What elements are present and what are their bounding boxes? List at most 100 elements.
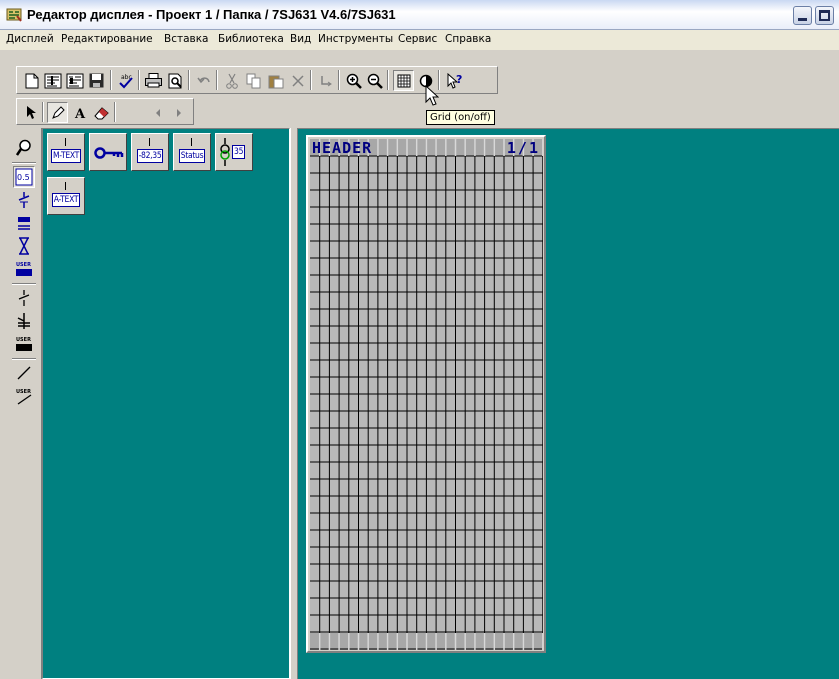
maximize-button[interactable] (815, 6, 834, 25)
earthing-tool-button[interactable] (13, 310, 35, 332)
text-a-icon: A (74, 107, 86, 120)
disconnector-icon (18, 217, 30, 230)
open-display-button[interactable] (42, 70, 63, 91)
line-icon (17, 366, 31, 380)
context-help-button[interactable]: ? (444, 70, 465, 91)
user-symbol-2-icon: USER (16, 337, 32, 351)
drawing-toolbar: A (16, 98, 194, 125)
lcd-screen[interactable]: HEADER 1/1 (310, 139, 543, 650)
menu-bar: Дисплей Редактирование Вставка Библиотек… (0, 30, 839, 50)
previous-page-button[interactable] (147, 102, 168, 123)
svg-text:0.5: 0.5 (17, 173, 30, 182)
svg-text:USER: USER (16, 337, 31, 343)
status-icon: Status (178, 148, 206, 163)
device-display[interactable]: HEADER 1/1 (306, 135, 546, 653)
svg-text:A: A (74, 107, 86, 120)
atext-icon: A-TEXT (51, 192, 81, 207)
user-symbol-icon: USER (16, 262, 32, 276)
new-button[interactable] (21, 70, 42, 91)
strip-separator (12, 162, 36, 164)
save-button[interactable] (86, 70, 107, 91)
eraser-tool-button[interactable] (91, 102, 112, 123)
breaker-tool-button[interactable] (13, 189, 35, 211)
hourglass-tool-button[interactable] (13, 235, 35, 257)
toolbar-separator (338, 70, 340, 90)
minimize-icon (798, 18, 807, 21)
line-tool-button[interactable] (13, 362, 35, 384)
spellcheck-icon: abc (118, 74, 133, 88)
print-preview-icon (168, 73, 182, 88)
user-line-icon: USER (16, 389, 32, 405)
toolbar-separator (138, 70, 140, 90)
open-display-icon (44, 73, 61, 88)
zoom-icon (16, 139, 31, 156)
menu-display[interactable]: Дисплей (6, 33, 54, 45)
palette-status[interactable]: Status (173, 133, 211, 171)
user-line-tool-button[interactable]: USER (13, 385, 35, 407)
import-display-button[interactable] (64, 70, 85, 91)
toolbar-separator (387, 70, 389, 90)
display-page-number: 1/1 (506, 139, 540, 157)
palette-key[interactable] (89, 133, 127, 171)
palette-measured-value[interactable]: -82,35 (131, 133, 169, 171)
menu-edit[interactable]: Редактирование (61, 33, 153, 45)
menu-service[interactable]: Сервис (398, 33, 437, 45)
paste-button[interactable] (265, 70, 286, 91)
delete-icon (291, 74, 304, 87)
import-display-icon (66, 73, 83, 88)
measured-value-icon: -82,35 (136, 148, 164, 163)
switch-icon (18, 290, 30, 306)
zoom-in-icon (346, 73, 362, 89)
user-symbol-tool-button[interactable]: USER (13, 258, 35, 280)
triangle-left-icon (155, 108, 160, 117)
zoom-out-button[interactable] (364, 70, 385, 91)
menu-library[interactable]: Библиотека (218, 33, 284, 45)
object-palette: M-TEXT -82,35 Status 35 A-TEXT (42, 128, 290, 679)
delete-button[interactable] (287, 70, 308, 91)
svg-text:USER: USER (16, 389, 31, 395)
align-icon (320, 75, 332, 86)
user-symbol-2-tool-button[interactable]: USER (13, 333, 35, 355)
menu-view[interactable]: Вид (290, 33, 311, 45)
copy-button[interactable] (243, 70, 264, 91)
palette-transformer-value[interactable]: 35 (215, 133, 253, 171)
mouse-cursor-icon (425, 85, 439, 106)
pen-tool-button[interactable] (47, 102, 68, 123)
symbol-toolbar: 0.5 USER USER USER (8, 128, 42, 679)
print-preview-button[interactable] (165, 70, 186, 91)
grid-toggle-button[interactable] (393, 70, 414, 91)
palette-atext[interactable]: A-TEXT (47, 177, 85, 215)
toolbar-separator (188, 70, 190, 90)
help-pointer-icon: ? (447, 72, 462, 89)
pane-splitter[interactable] (290, 128, 298, 679)
strip-separator (12, 283, 36, 285)
strip-separator (12, 358, 36, 360)
value-05-tool-button[interactable]: 0.5 (13, 166, 35, 188)
spellcheck-button[interactable]: abc (115, 70, 136, 91)
switch-tool-button[interactable] (13, 287, 35, 309)
align-button[interactable] (315, 70, 336, 91)
menu-insert[interactable]: Вставка (164, 33, 209, 45)
palette-mtext[interactable]: M-TEXT (47, 133, 85, 171)
print-button[interactable] (143, 70, 164, 91)
menu-help[interactable]: Справка (445, 33, 491, 45)
svg-text:?: ? (456, 73, 462, 86)
zoom-tool-button[interactable] (13, 137, 35, 159)
grid-tooltip: Grid (on/off) (426, 110, 495, 125)
text-tool-button[interactable]: A (69, 102, 90, 123)
pencil-icon (51, 105, 65, 119)
transformer-value-icon: 35 (232, 145, 246, 159)
menu-tools[interactable]: Инструменты (318, 33, 393, 45)
paste-icon (268, 75, 283, 88)
select-tool-button[interactable] (20, 102, 41, 123)
display-header-text[interactable]: HEADER (312, 139, 372, 157)
zoom-in-button[interactable] (343, 70, 364, 91)
minimize-button[interactable] (793, 6, 812, 25)
disconnector-tool-button[interactable] (13, 212, 35, 234)
undo-button[interactable] (193, 70, 214, 91)
print-icon (145, 73, 162, 88)
arrow-pointer-icon (26, 106, 36, 119)
next-page-button[interactable] (168, 102, 189, 123)
cut-button[interactable] (221, 70, 242, 91)
toolbar-separator (110, 70, 112, 90)
